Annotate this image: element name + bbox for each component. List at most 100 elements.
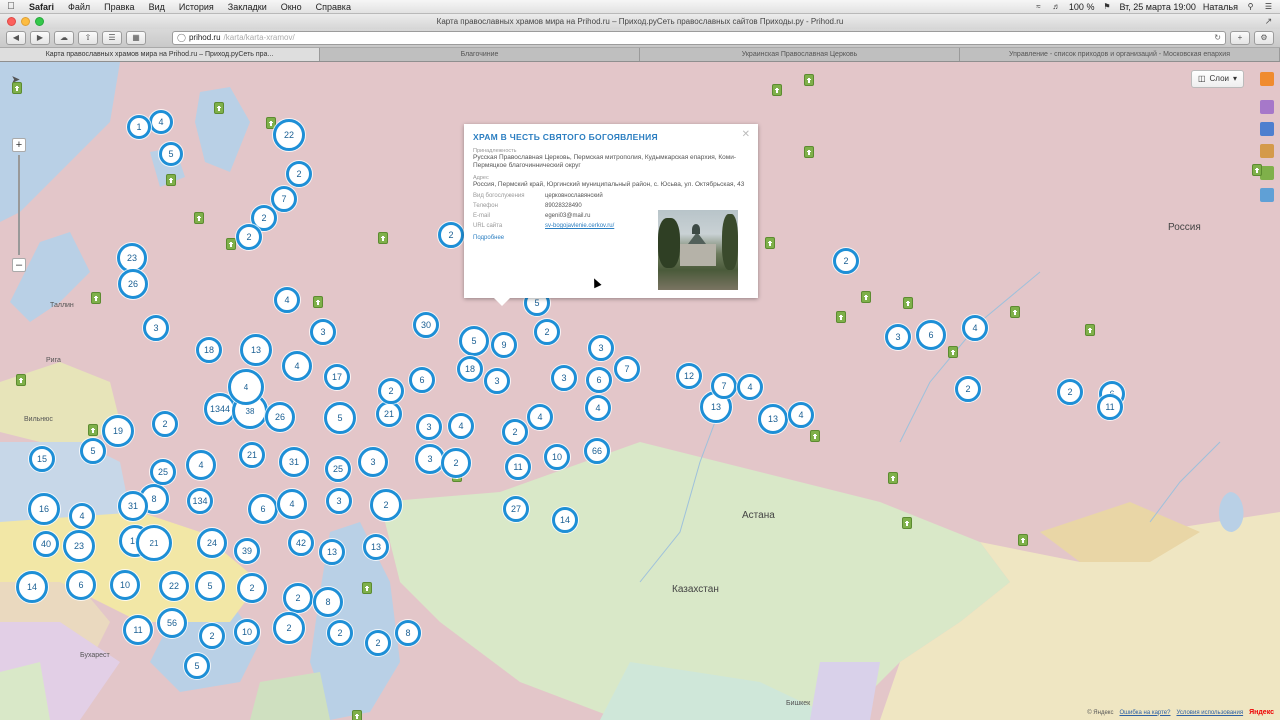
icloud-tabs-icon[interactable]: ☁ [54,31,74,45]
minimize-window-button[interactable] [21,17,30,26]
church-pin-icon[interactable] [1018,534,1028,546]
church-pin-icon[interactable] [362,582,372,594]
church-cluster[interactable]: 5 [159,142,183,166]
church-cluster[interactable]: 2 [438,222,464,248]
church-cluster[interactable]: 2 [199,623,225,649]
church-cluster[interactable]: 2 [955,376,981,402]
church-cluster[interactable]: 14 [16,571,48,603]
legend-color-icon[interactable] [1260,100,1274,114]
church-cluster[interactable]: 2 [365,630,391,656]
church-cluster[interactable]: 24 [197,528,227,558]
church-pin-icon[interactable] [903,297,913,309]
church-cluster[interactable]: 9 [491,332,517,358]
close-window-button[interactable] [7,17,16,26]
church-cluster[interactable]: 25 [150,459,176,485]
church-cluster[interactable]: 2 [378,378,404,404]
church-pin-icon[interactable] [861,291,871,303]
church-cluster[interactable]: 3 [310,319,336,345]
church-cluster[interactable]: 2 [286,161,312,187]
menu-history[interactable]: История [172,2,221,12]
church-cluster[interactable]: 3 [885,324,911,350]
church-cluster[interactable]: 6 [586,367,612,393]
legend-chapel-icon[interactable] [1260,144,1274,158]
church-pin-icon[interactable] [1010,306,1020,318]
church-cluster[interactable]: 3 [484,368,510,394]
battery-label[interactable]: 100 % [1069,2,1095,12]
church-cluster[interactable]: 14 [552,507,578,533]
church-cluster[interactable]: 31 [279,447,309,477]
church-pin-icon[interactable] [214,102,224,114]
church-pin-icon[interactable] [16,374,26,386]
church-cluster[interactable]: 6 [409,367,435,393]
church-cluster[interactable]: 4 [788,402,814,428]
church-cluster[interactable]: 4 [527,404,553,430]
church-cluster[interactable]: 4 [277,489,307,519]
church-cluster[interactable]: 5 [184,653,210,679]
church-pin-icon[interactable] [772,84,782,96]
church-pin-icon[interactable] [765,237,775,249]
church-cluster[interactable]: 2 [502,419,528,445]
church-cluster[interactable]: 13 [363,534,389,560]
church-cluster[interactable]: 1 [127,115,151,139]
tab-moscow-eparchy[interactable]: Управление - список приходов и организац… [960,48,1280,61]
church-cluster[interactable]: 2 [327,620,353,646]
zoom-slider[interactable] [18,155,20,255]
church-pin-icon[interactable] [902,517,912,529]
church-cluster[interactable]: 21 [136,525,172,561]
church-cluster[interactable]: 5 [324,402,356,434]
church-cluster[interactable]: 3 [416,414,442,440]
church-pin-icon[interactable] [810,430,820,442]
forward-button[interactable]: ▶ [30,31,50,45]
address-bar[interactable]: ◯ prihod.ru/karta/karta-xramov/ ↻ [172,31,1226,45]
church-cluster[interactable]: 4 [585,395,611,421]
topsites-icon[interactable]: ▦ [126,31,146,45]
yandex-map[interactable]: ➤ + – ◫ Слои ▾ Россия Казахстан Астана Рига… [0,62,1280,720]
church-pin-icon[interactable] [948,346,958,358]
fullscreen-map-icon[interactable] [1260,72,1274,86]
menu-bookmarks[interactable]: Закладки [221,2,274,12]
zoom-window-button[interactable] [35,17,44,26]
menu-help[interactable]: Справка [309,2,358,12]
church-cluster[interactable]: 39 [234,538,260,564]
church-cluster[interactable]: 8 [313,587,343,617]
church-cluster[interactable]: 2 [833,248,859,274]
church-cluster[interactable]: 2 [1057,379,1083,405]
church-cluster[interactable]: 25 [325,456,351,482]
church-pin-icon[interactable] [313,296,323,308]
church-cluster[interactable]: 23 [63,530,95,562]
legend-other-icon[interactable] [1260,188,1274,202]
church-cluster[interactable]: 18 [196,337,222,363]
church-cluster[interactable]: 56 [157,608,187,638]
church-pin-icon[interactable] [91,292,101,304]
report-error-link[interactable]: Ошибка на карте? [1119,710,1170,716]
church-cluster[interactable]: 3 [326,488,352,514]
church-cluster[interactable]: 17 [324,364,350,390]
church-cluster[interactable]: 3 [551,365,577,391]
terms-link[interactable]: Условия использования [1176,710,1243,716]
menu-window[interactable]: Окно [274,2,309,12]
church-cluster[interactable]: 4 [228,369,264,405]
apple-menu-icon[interactable]:  [0,1,22,12]
church-cluster[interactable]: 11 [1097,394,1123,420]
church-cluster[interactable]: 2 [237,573,267,603]
church-pin-icon[interactable] [12,82,22,94]
church-cluster[interactable]: 18 [457,356,483,382]
church-cluster[interactable]: 6 [248,494,278,524]
church-cluster[interactable]: 6 [66,570,96,600]
church-cluster[interactable]: 11 [505,454,531,480]
tab-blagochinie[interactable]: Благочиние [320,48,640,61]
church-pin-icon[interactable] [226,238,236,250]
notification-icon[interactable]: ☰ [1263,2,1274,11]
menu-file[interactable]: Файл [61,2,97,12]
church-cluster[interactable]: 8 [395,620,421,646]
church-cluster[interactable]: 134 [187,488,213,514]
church-cluster[interactable]: 2 [273,612,305,644]
settings-gear-icon[interactable]: ⚙ [1254,31,1274,45]
clock-label[interactable]: Вт, 25 марта 19:00 [1119,2,1195,12]
church-cluster[interactable]: 27 [503,496,529,522]
volume-icon[interactable]: ♬ [1051,2,1062,11]
church-cluster[interactable]: 21 [239,442,265,468]
church-cluster[interactable]: 13 [240,334,272,366]
church-pin-icon[interactable] [88,424,98,436]
church-cluster[interactable]: 7 [711,373,737,399]
